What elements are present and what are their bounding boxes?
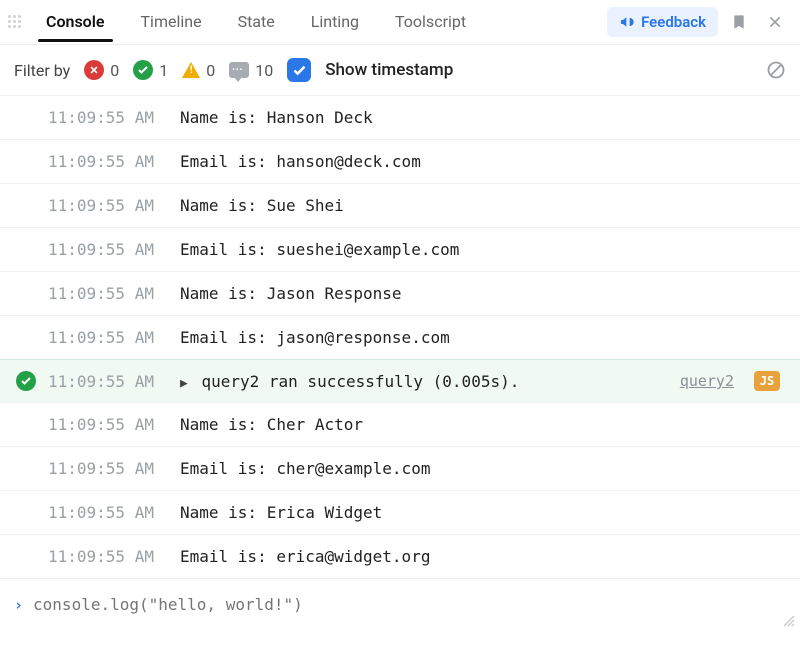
- tab-console[interactable]: Console: [38, 2, 113, 42]
- log-timestamp: 11:09:55 AM: [48, 415, 168, 434]
- log-row[interactable]: 11:09:55 AM Name is: Cher Actor: [0, 402, 800, 446]
- show-timestamp-checkbox[interactable]: [287, 58, 311, 82]
- tab-state[interactable]: State: [230, 2, 283, 42]
- log-row[interactable]: 11:09:55 AM Email is: jason@response.com: [0, 315, 800, 359]
- filter-success[interactable]: 1: [133, 60, 168, 80]
- clear-console-button[interactable]: [766, 60, 786, 80]
- log-row[interactable]: 11:09:55 AM Email is: hanson@deck.com: [0, 139, 800, 183]
- log-message: Email is: sueshei@example.com: [180, 240, 780, 259]
- log-row[interactable]: 11:09:55 AM Email is: cher@example.com: [0, 446, 800, 490]
- log-timestamp: 11:09:55 AM: [48, 152, 168, 171]
- log-timestamp: 11:09:55 AM: [48, 108, 168, 127]
- log-row[interactable]: 11:09:55 AM Name is: Hanson Deck: [0, 95, 800, 139]
- log-source-link[interactable]: query2: [680, 372, 734, 390]
- log-row[interactable]: 11:09:55 AM Name is: Sue Shei: [0, 183, 800, 227]
- filter-bar: Filter by 0 1 ! 0 ••• 10 Show timestamp: [0, 45, 800, 95]
- success-icon: [16, 371, 36, 391]
- drag-grip-icon[interactable]: [8, 15, 22, 29]
- log-message: Email is: hanson@deck.com: [180, 152, 780, 171]
- log-message: Name is: Jason Response: [180, 284, 780, 303]
- close-icon[interactable]: [760, 7, 790, 37]
- filter-warning[interactable]: ! 0: [182, 61, 215, 80]
- log-row[interactable]: 11:09:55 AM Email is: sueshei@example.co…: [0, 227, 800, 271]
- success-count: 1: [159, 61, 168, 80]
- log-message: Name is: Hanson Deck: [180, 108, 780, 127]
- success-icon: [133, 60, 153, 80]
- tab-toolscript[interactable]: Toolscript: [387, 2, 474, 42]
- show-timestamp-label: Show timestamp: [325, 60, 453, 80]
- log-message: Email is: cher@example.com: [180, 459, 780, 478]
- tab-linting[interactable]: Linting: [303, 2, 367, 42]
- clear-icon: [766, 60, 786, 80]
- tab-bar: Console Timeline State Linting Toolscrip…: [0, 0, 800, 44]
- log-timestamp: 11:09:55 AM: [48, 240, 168, 259]
- prompt-caret-icon: ›: [14, 596, 23, 614]
- log-message: Name is: Cher Actor: [180, 415, 780, 434]
- feedback-button[interactable]: Feedback: [607, 7, 718, 37]
- log-message: Name is: Erica Widget: [180, 503, 780, 522]
- console-input[interactable]: [33, 595, 786, 614]
- resize-grip-icon[interactable]: [782, 614, 796, 628]
- tab-timeline[interactable]: Timeline: [133, 2, 210, 42]
- megaphone-icon: [619, 14, 635, 30]
- log-message: Email is: jason@response.com: [180, 328, 780, 347]
- log-message: Name is: Sue Shei: [180, 196, 780, 215]
- log-timestamp: 11:09:55 AM: [48, 328, 168, 347]
- log-message: ▶ query2 ran successfully (0.005s).: [180, 372, 668, 391]
- error-count: 0: [110, 61, 119, 80]
- message-count: 10: [255, 61, 273, 80]
- log-timestamp: 11:09:55 AM: [48, 284, 168, 303]
- log-message: Email is: erica@widget.org: [180, 547, 780, 566]
- log-timestamp: 11:09:55 AM: [48, 547, 168, 566]
- message-icon: •••: [229, 62, 249, 78]
- log-message-text: query2 ran successfully (0.005s).: [201, 372, 519, 391]
- log-timestamp: 11:09:55 AM: [48, 372, 168, 391]
- error-icon: [84, 60, 104, 80]
- filter-by-label: Filter by: [14, 61, 70, 80]
- warning-icon: !: [182, 62, 200, 78]
- log-timestamp: 11:09:55 AM: [48, 459, 168, 478]
- console-input-row: ›: [0, 578, 800, 630]
- warning-count: 0: [206, 61, 215, 80]
- feedback-label: Feedback: [641, 13, 706, 31]
- log-row[interactable]: 11:09:55 AM Name is: Jason Response: [0, 271, 800, 315]
- log-timestamp: 11:09:55 AM: [48, 503, 168, 522]
- log-row-success[interactable]: 11:09:55 AM ▶ query2 ran successfully (0…: [0, 359, 800, 403]
- filter-error[interactable]: 0: [84, 60, 119, 80]
- js-badge: JS: [754, 371, 780, 391]
- bookmark-icon[interactable]: [724, 7, 754, 37]
- log-timestamp: 11:09:55 AM: [48, 196, 168, 215]
- console-log-list: 11:09:55 AM Name is: Hanson Deck 11:09:5…: [0, 95, 800, 578]
- log-row[interactable]: 11:09:55 AM Name is: Erica Widget: [0, 490, 800, 534]
- expand-caret-icon[interactable]: ▶: [180, 376, 188, 391]
- filter-message[interactable]: ••• 10: [229, 61, 273, 80]
- log-row[interactable]: 11:09:55 AM Email is: erica@widget.org: [0, 534, 800, 578]
